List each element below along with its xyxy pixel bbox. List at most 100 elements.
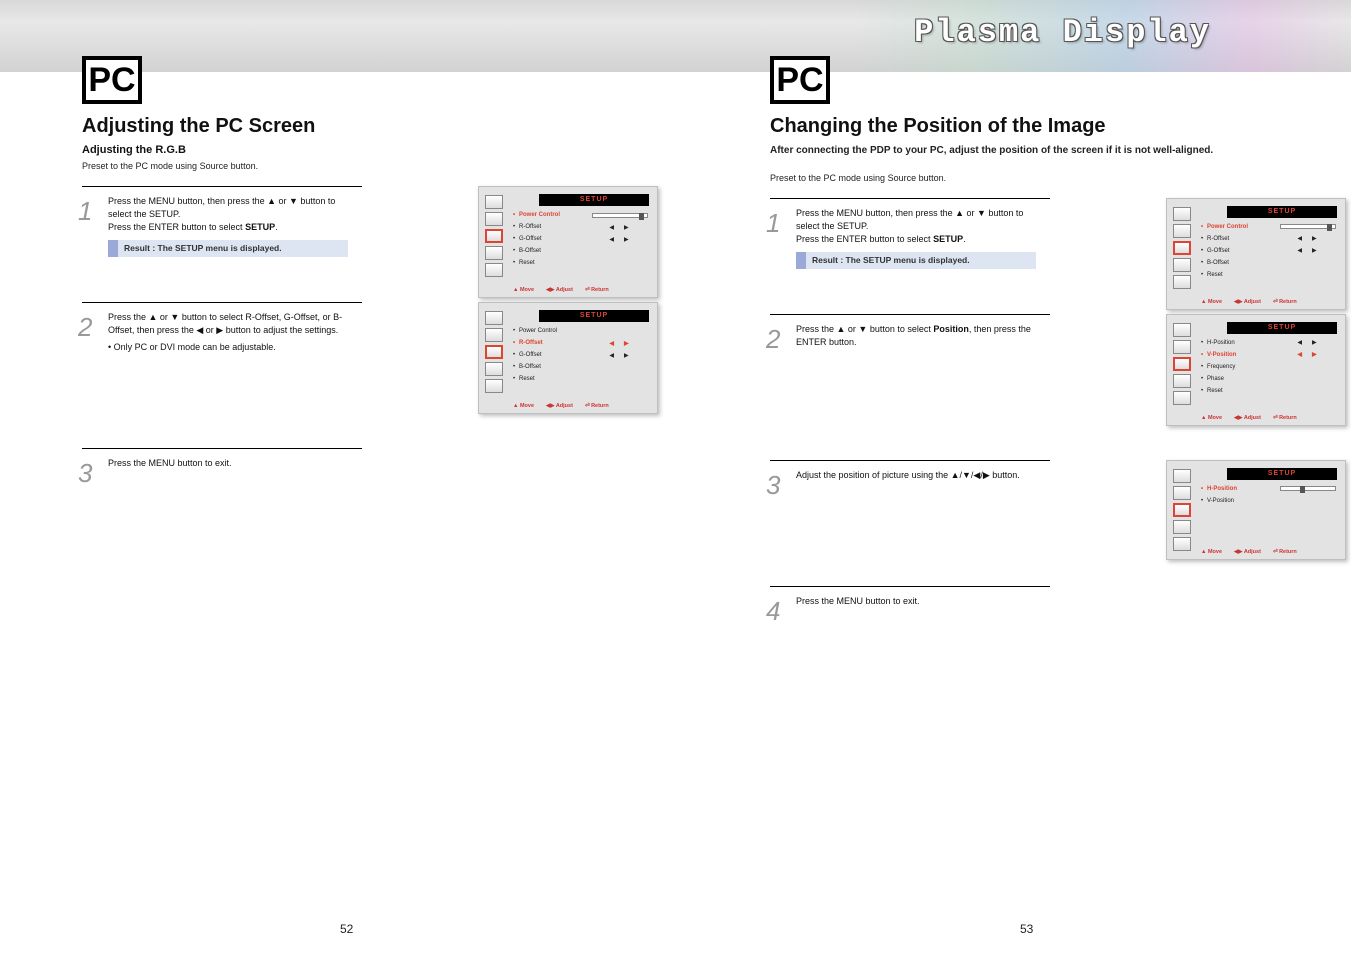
osd-hint: ⏎ Return	[1273, 299, 1297, 305]
right-page: Changing the Position of the Image After…	[770, 115, 1351, 642]
osd-tab-icon	[485, 212, 503, 226]
divider	[770, 586, 1050, 587]
osd-menu: •Power Control •R-Offset◀▶ •G-Offset◀▶ •…	[513, 325, 648, 385]
step-text: Press the MENU button, then press the ▲ …	[108, 195, 360, 257]
osd-hint: ◀▶ Adjust	[546, 287, 573, 293]
osd-slider	[1280, 486, 1336, 491]
page-preface: Preset to the PC mode using Source butto…	[770, 172, 1290, 184]
osd-tab-icon	[1173, 537, 1191, 551]
osd-row-label: Power Control	[519, 212, 592, 218]
osd-arrows-icon: ◀▶	[600, 224, 648, 231]
osd-tab-icon	[485, 311, 503, 325]
osd-row-label: Reset	[519, 376, 648, 382]
osd-tab-icon	[1173, 503, 1191, 517]
osd-tab-icon	[485, 328, 503, 342]
step-block: 4 Press the MENU button to exit.	[770, 586, 1351, 626]
osd-tab-icon	[1173, 469, 1191, 483]
result-callout: Result : The SETUP menu is displayed.	[108, 240, 348, 257]
divider	[82, 302, 362, 303]
osd-row-label: Power Control	[519, 328, 648, 334]
left-page: Adjusting the PC Screen Adjusting the R.…	[82, 115, 682, 504]
osd-row-label: Reset	[1207, 272, 1336, 278]
step-number: 4	[766, 596, 794, 627]
osd-tab-strip	[485, 195, 505, 277]
step-text: Press the ▲ or ▼ button to select R-Offs…	[108, 311, 360, 354]
step-text: Press the MENU button to exit.	[108, 457, 360, 470]
page-title: Changing the Position of the Image	[770, 115, 1351, 138]
osd-hint: ◀▶ Adjust	[1234, 415, 1261, 421]
osd-hint: ⏎ Return	[1273, 549, 1297, 555]
osd-row-label: Power Control	[1207, 224, 1280, 230]
osd-row-label: B-Offset	[1207, 260, 1336, 266]
osd-tab-icon	[1173, 207, 1191, 221]
osd-row-label: Reset	[519, 260, 648, 266]
osd-menu: •Power Control •R-Offset◀▶ •G-Offset◀▶ •…	[1201, 221, 1336, 281]
step-bold: Position	[933, 324, 969, 334]
osd-header: SETUP	[1227, 206, 1337, 218]
osd-row-label: Frequency	[1207, 364, 1336, 370]
osd-footer: ▲ Move ◀▶ Adjust ⏎ Return	[513, 287, 649, 293]
osd-slider	[1280, 224, 1336, 229]
osd-hint: ▲ Move	[1201, 549, 1222, 555]
step-number: 2	[766, 324, 794, 355]
osd-tab-strip	[1173, 469, 1193, 551]
step-number: 3	[766, 470, 794, 501]
pc-icon: PC	[770, 56, 830, 104]
page-title: Adjusting the PC Screen	[82, 115, 682, 138]
step-line: Press the MENU button, then press the ▲ …	[108, 196, 335, 219]
osd-screenshot: SETUP •H-Position◀▶ •V-Position◀▶ •Frequ…	[1166, 314, 1346, 426]
result-callout: Result : The SETUP menu is displayed.	[796, 252, 1036, 269]
step-line: • Only PC or DVI mode can be adjustable.	[108, 342, 276, 352]
divider	[82, 448, 362, 449]
osd-tab-icon	[485, 379, 503, 393]
osd-row-label: R-Offset	[1207, 236, 1288, 242]
banner-title: Plasma Display	[914, 14, 1211, 51]
osd-slider	[592, 213, 648, 218]
osd-tab-icon	[1173, 241, 1191, 255]
step-line: Press the MENU button to exit.	[108, 458, 232, 468]
osd-arrows-icon: ◀▶	[600, 236, 648, 243]
step-text: Press the MENU button, then press the ▲ …	[796, 207, 1048, 269]
step-number: 1	[766, 208, 794, 239]
step-block: 1 Press the MENU button, then press the …	[82, 186, 682, 286]
osd-tab-icon	[1173, 258, 1191, 272]
page-subtitle: After connecting the PDP to your PC, adj…	[770, 144, 1290, 158]
osd-tab-icon	[1173, 374, 1191, 388]
osd-screenshot: SETUP •Power Control •R-Offset◀▶ •G-Offs…	[478, 302, 658, 414]
osd-arrows-icon: ◀▶	[1288, 351, 1336, 358]
osd-row-label: B-Offset	[519, 248, 648, 254]
osd-tab-icon	[1173, 391, 1191, 405]
step-bold: SETUP	[245, 222, 275, 232]
osd-header: SETUP	[1227, 322, 1337, 334]
osd-hint: ⏎ Return	[1273, 415, 1297, 421]
step-line: Press the ▲ or ▼ button to select R-Offs…	[108, 312, 342, 335]
step-line: Adjust the position of picture using the…	[796, 470, 1020, 480]
osd-row-label: G-Offset	[519, 352, 600, 358]
osd-footer: ▲ Move ◀▶ Adjust ⏎ Return	[1201, 549, 1337, 555]
page-number: 53	[1020, 922, 1033, 936]
osd-tab-icon	[485, 362, 503, 376]
step-number: 3	[78, 458, 106, 489]
osd-hint: ◀▶ Adjust	[1234, 299, 1261, 305]
osd-arrows-icon: ◀▶	[600, 340, 648, 347]
osd-tab-icon	[485, 263, 503, 277]
step-line: .	[275, 222, 278, 232]
osd-tab-icon	[1173, 224, 1191, 238]
osd-tab-icon	[485, 246, 503, 260]
osd-menu: •Power Control •R-Offset◀▶ •G-Offset◀▶ •…	[513, 209, 648, 269]
osd-footer: ▲ Move ◀▶ Adjust ⏎ Return	[1201, 415, 1337, 421]
osd-header: SETUP	[539, 194, 649, 206]
step-text: Press the MENU button to exit.	[796, 595, 1048, 608]
osd-tab-icon	[1173, 520, 1191, 534]
step-block: 3 Press the MENU button to exit.	[82, 448, 682, 488]
osd-header: SETUP	[1227, 468, 1337, 480]
step-block: 1 Press the MENU button, then press the …	[770, 198, 1351, 298]
osd-tab-icon	[1173, 357, 1191, 371]
osd-hint: ⏎ Return	[585, 287, 609, 293]
divider	[82, 186, 362, 187]
osd-tab-icon	[485, 229, 503, 243]
page-preface: Preset to the PC mode using Source butto…	[82, 160, 602, 172]
osd-tab-icon	[485, 345, 503, 359]
osd-footer: ▲ Move ◀▶ Adjust ⏎ Return	[1201, 299, 1337, 305]
osd-tab-icon	[1173, 340, 1191, 354]
